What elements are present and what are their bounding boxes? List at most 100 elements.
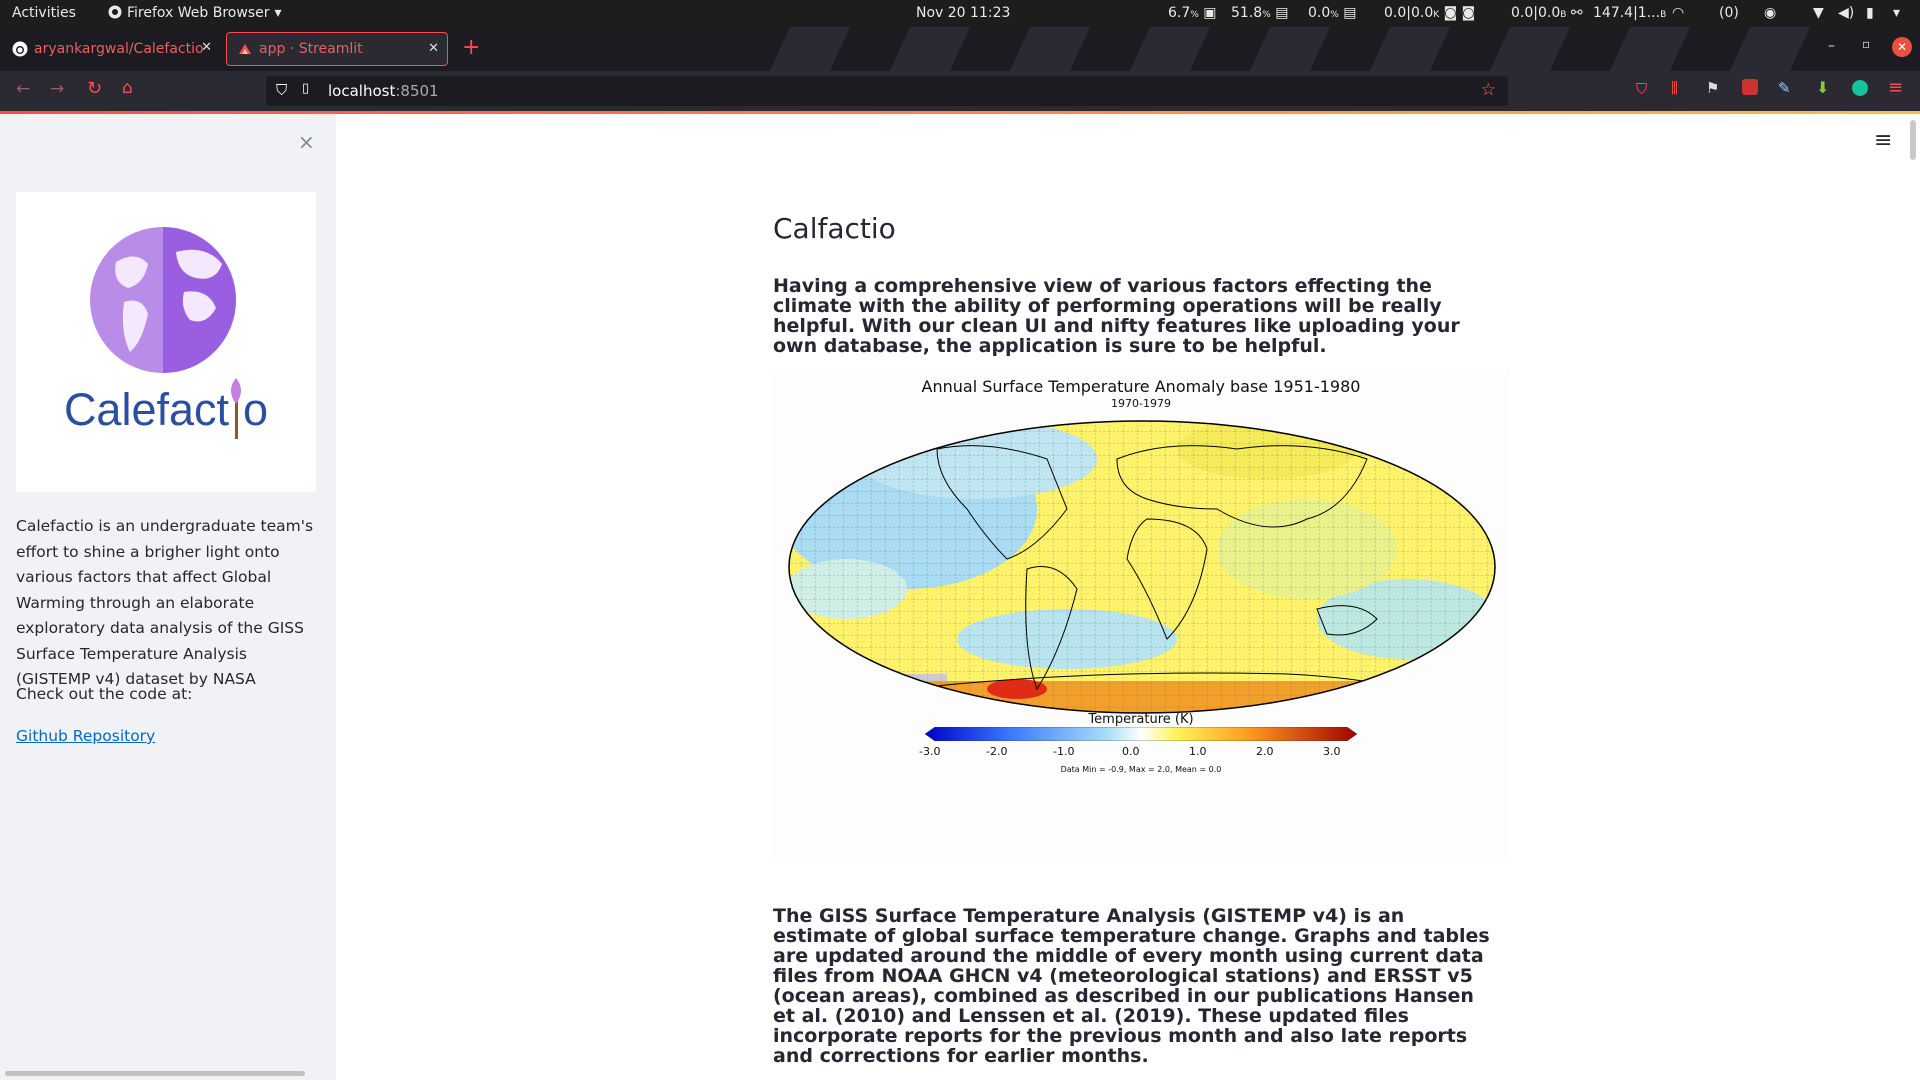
new-tab-button[interactable]: +	[462, 35, 480, 60]
firefox-icon	[108, 5, 122, 19]
navigation-bar: ← → ↻ ⌂ ⛉ ▯ localhost:8501 ☆ ⛉ ⫼ ⚑ ✎ ⬇ ≡	[0, 71, 1920, 111]
minimize-button[interactable]: –	[1828, 38, 1835, 54]
app-menu-button[interactable]: Firefox Web Browser ▾	[108, 5, 282, 21]
volume-icon[interactable]: ◀)	[1838, 5, 1854, 21]
screenshot-icon[interactable]: ◉	[1764, 5, 1776, 21]
system-menu-caret-icon[interactable]: ▾	[1893, 5, 1900, 21]
logo-text-left: Calefact	[63, 384, 230, 435]
logo-image: Calefact o	[16, 192, 316, 492]
caret-down-icon: ▾	[274, 5, 282, 21]
tabstrip-decoration	[1729, 27, 1811, 71]
colorbar-tick: 2.0	[1256, 745, 1274, 758]
shield-icon[interactable]: ⛉	[276, 81, 287, 99]
network-icon: ⚯	[1570, 5, 1583, 21]
grammarly-icon[interactable]	[1852, 80, 1868, 96]
dropper-icon[interactable]: ✎	[1778, 79, 1791, 97]
url-port: :8501	[395, 82, 439, 100]
main-vertical-scrollbar[interactable]	[1910, 120, 1916, 160]
close-tab-icon[interactable]: ✕	[201, 40, 212, 55]
swap-indicator: 0.0% ▤	[1308, 5, 1357, 21]
colorbar	[925, 727, 1357, 741]
tabstrip-decoration	[889, 27, 971, 71]
url-host: localhost	[328, 82, 396, 100]
tabstrip-decoration	[1249, 27, 1331, 71]
updates-indicator[interactable]: (0)	[1719, 5, 1739, 21]
system-top-bar: Activities Firefox Web Browser ▾ Nov 20 1…	[0, 0, 1920, 27]
colorbar-ticks: -3.0 -2.0 -1.0 0.0 1.0 2.0 3.0	[919, 745, 1363, 759]
colorbar-tick: -2.0	[986, 745, 1008, 758]
tabstrip-decoration	[1129, 27, 1211, 71]
github-repository-link[interactable]: Github Repository	[16, 724, 155, 750]
tabstrip-decoration	[1489, 27, 1571, 71]
tab-title: aryankargwal/Calefactio	[34, 41, 204, 57]
tabstrip-decoration	[769, 27, 851, 71]
net-total-indicator: 147.4|1...B	[1593, 5, 1667, 21]
tab-title: app · Streamlit	[259, 41, 363, 57]
colorbar-tick: 1.0	[1189, 745, 1207, 758]
gistemp-paragraph: The GISS Surface Temperature Analysis (G…	[773, 905, 1490, 1067]
map-stats: Data Min = -0.9, Max = 2.0, Mean = 0.0	[1060, 765, 1222, 774]
tabstrip-decoration	[1609, 27, 1691, 71]
wifi-status-icon[interactable]: ▼	[1813, 5, 1824, 21]
temperature-anomaly-map: Annual Surface Temperature Anomaly base …	[773, 369, 1509, 861]
main-content: ≡ Calfactio Having a comprehensive view …	[336, 114, 1920, 1080]
hamburger-menu-icon[interactable]: ≡	[1888, 77, 1903, 98]
home-button[interactable]: ⌂	[122, 78, 133, 98]
net-value: 0.0|0.0	[1511, 5, 1561, 21]
disk-value: 0.0|0.0	[1384, 5, 1434, 21]
memory-icon: ▤	[1275, 5, 1289, 21]
ublock-icon[interactable]	[1742, 79, 1758, 95]
tab-streamlit[interactable]: app · Streamlit ✕	[226, 32, 448, 66]
disk-icon: ◙ ◙	[1443, 5, 1476, 21]
maximize-button[interactable]: ▫	[1862, 37, 1870, 51]
disk-indicator: 0.0|0.0K ◙ ◙	[1384, 5, 1476, 21]
cpu-value: 6.7	[1168, 5, 1191, 21]
reload-button[interactable]: ↻	[87, 78, 102, 99]
url-text[interactable]: localhost:8501	[328, 82, 439, 100]
app-name: Firefox Web Browser	[127, 5, 270, 21]
tabstrip-decoration	[1369, 27, 1451, 71]
sidebar-code-prompt: Check out the code at:	[16, 685, 193, 703]
map-subtitle: 1970-1979	[1111, 397, 1171, 410]
page-title: Calfactio	[773, 212, 896, 245]
bookmark-star-icon[interactable]: ☆	[1481, 80, 1496, 100]
tabstrip-decoration	[1009, 27, 1091, 71]
world-map-graphic	[788, 420, 1496, 714]
github-icon	[12, 41, 28, 57]
battery-icon[interactable]: ▮	[1866, 5, 1874, 21]
forward-button[interactable]: →	[50, 79, 64, 99]
net-indicator: 0.0|0.0B ⚯	[1511, 5, 1583, 21]
close-window-button[interactable]: ✕	[1892, 37, 1912, 57]
activities-button[interactable]: Activities	[12, 5, 76, 21]
close-sidebar-icon[interactable]: ×	[298, 130, 315, 154]
page-info-icon[interactable]: ▯	[302, 81, 309, 96]
back-button[interactable]: ←	[16, 79, 30, 99]
download-icon[interactable]: ⬇	[1816, 78, 1829, 97]
net-total-value: 147.4|1...	[1593, 5, 1661, 21]
sidebar-horizontal-scrollbar[interactable]	[5, 1071, 305, 1076]
mem-value: 51.8	[1231, 5, 1263, 21]
cpu-indicator: 6.7% ▣	[1168, 5, 1217, 21]
globe-logo-icon	[90, 227, 241, 439]
mem-indicator: 51.8% ▤	[1231, 5, 1289, 21]
swap-icon: ▤	[1343, 5, 1357, 21]
wifi-icon: ◠	[1672, 5, 1685, 21]
tab-strip: aryankargwal/Calefactio ✕ app · Streamli…	[0, 27, 1920, 71]
clock[interactable]: Nov 20 11:23	[916, 5, 1010, 21]
url-bar[interactable]: ⛉ ▯ localhost:8501 ☆	[266, 76, 1508, 106]
extension-icon[interactable]: ⚑	[1706, 79, 1719, 97]
colorbar-tick: -1.0	[1053, 745, 1075, 758]
sidebar: × Calefact o Calefactio is an undergradua…	[0, 114, 336, 1080]
colorbar-tick: -3.0	[919, 745, 941, 758]
close-tab-icon[interactable]: ✕	[428, 41, 439, 56]
swap-value: 0.0	[1308, 5, 1331, 21]
colorbar-label: Temperature (K)	[1088, 712, 1194, 727]
streamlit-icon	[237, 41, 253, 57]
cpu-icon: ▣	[1203, 5, 1217, 21]
main-menu-icon[interactable]: ≡	[1874, 128, 1892, 153]
logo-wordmark: Calefact o	[16, 384, 316, 436]
tab-github[interactable]: aryankargwal/Calefactio ✕	[2, 32, 220, 66]
library-icon[interactable]: ⫼	[1671, 79, 1678, 97]
logo-text-right: o	[243, 384, 269, 435]
pocket-icon[interactable]: ⛉	[1636, 80, 1647, 98]
